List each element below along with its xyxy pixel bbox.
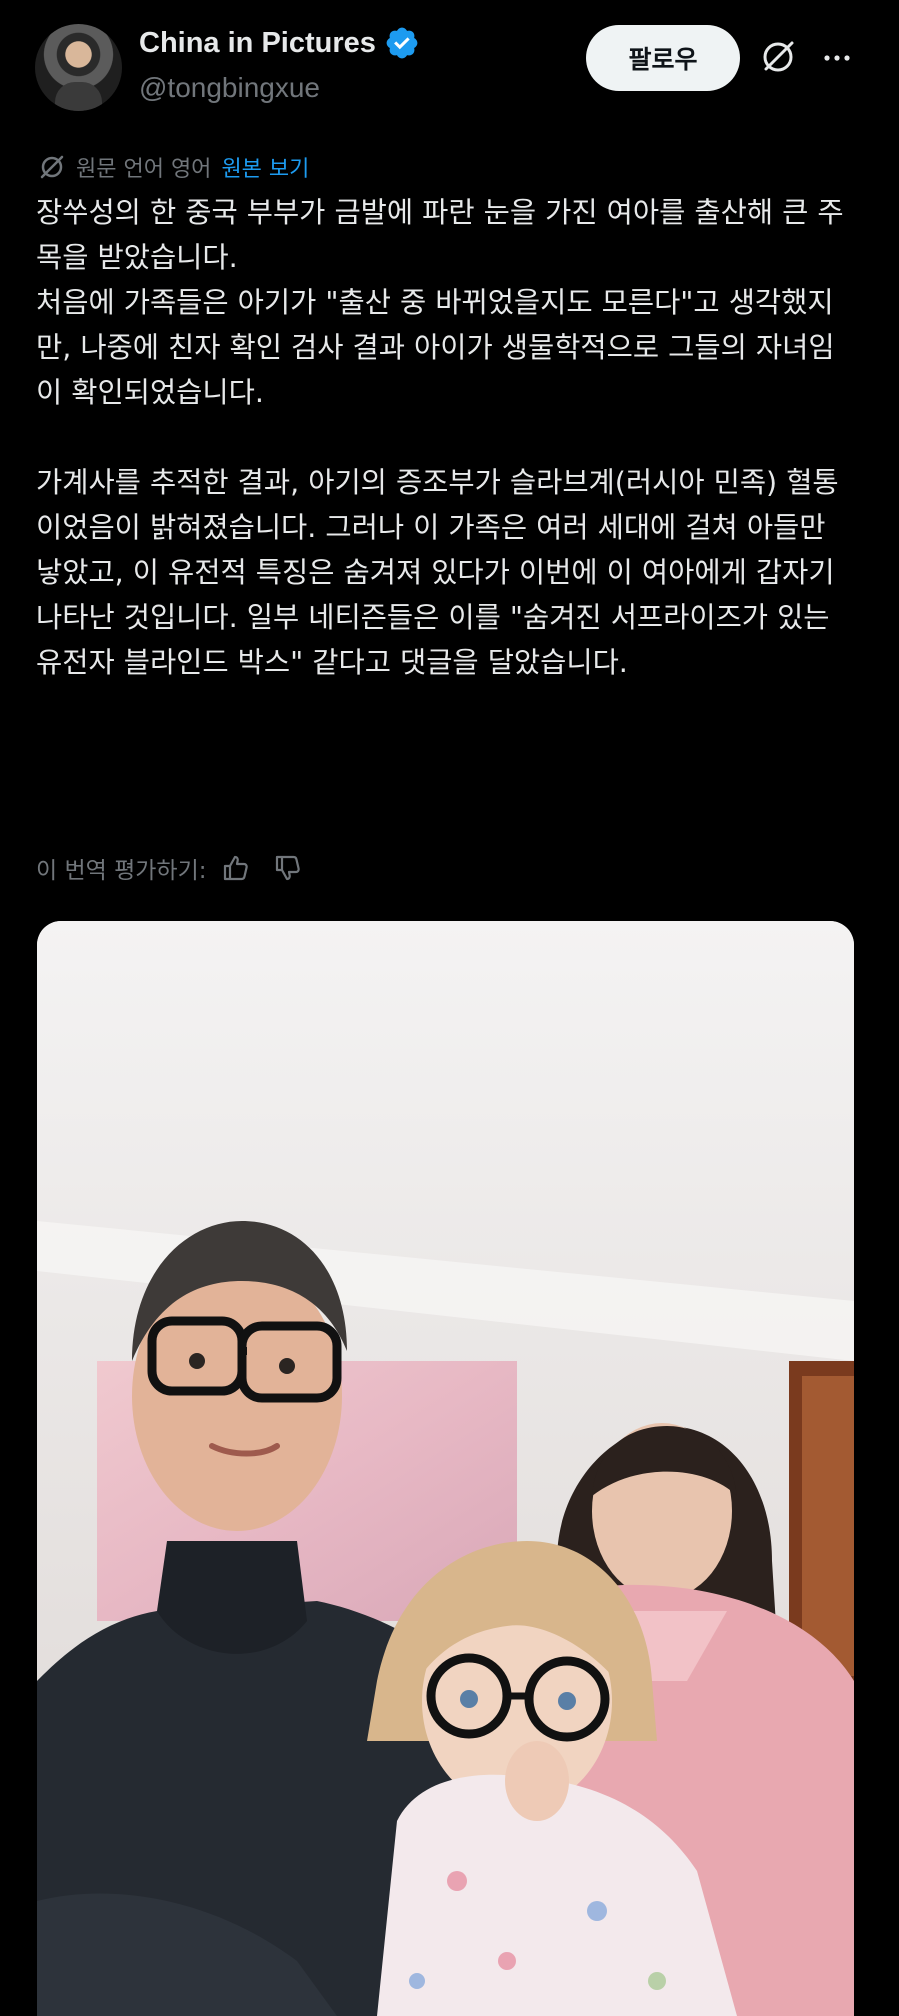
rating-label: 이 번역 평가하기: bbox=[36, 858, 207, 884]
translation-rating: 이 번역 평가하기: bbox=[36, 848, 303, 888]
family-photo-illustration bbox=[37, 921, 854, 2016]
author-avatar[interactable] bbox=[35, 24, 122, 111]
view-original-link[interactable]: 원본 보기 bbox=[221, 151, 309, 183]
translate-icon bbox=[40, 155, 64, 179]
verified-badge-icon bbox=[386, 27, 418, 59]
tweet-photo[interactable] bbox=[37, 921, 854, 2016]
tweet-text: 장쑤성의 한 중국 부부가 금발에 파란 눈을 가진 여아를 출산해 큰 주목을… bbox=[36, 196, 844, 679]
follow-button[interactable]: 팔로우 bbox=[586, 25, 740, 91]
thumbs-down-icon[interactable] bbox=[273, 853, 303, 883]
author-handle[interactable]: @tongbingxue bbox=[139, 72, 320, 104]
translation-notice: 원문 언어 영어 원본 보기 bbox=[38, 150, 309, 184]
author-name[interactable]: China in Pictures bbox=[139, 27, 376, 60]
thumbs-up-icon[interactable] bbox=[221, 853, 251, 883]
more-icon[interactable] bbox=[819, 40, 855, 76]
source-language-label: 원문 언어 영어 bbox=[76, 157, 212, 182]
tweet-header: China in Pictures @tongbingxue 팔로우 bbox=[0, 0, 899, 140]
author-name-row[interactable]: China in Pictures bbox=[139, 25, 420, 61]
grok-icon[interactable] bbox=[758, 37, 798, 77]
